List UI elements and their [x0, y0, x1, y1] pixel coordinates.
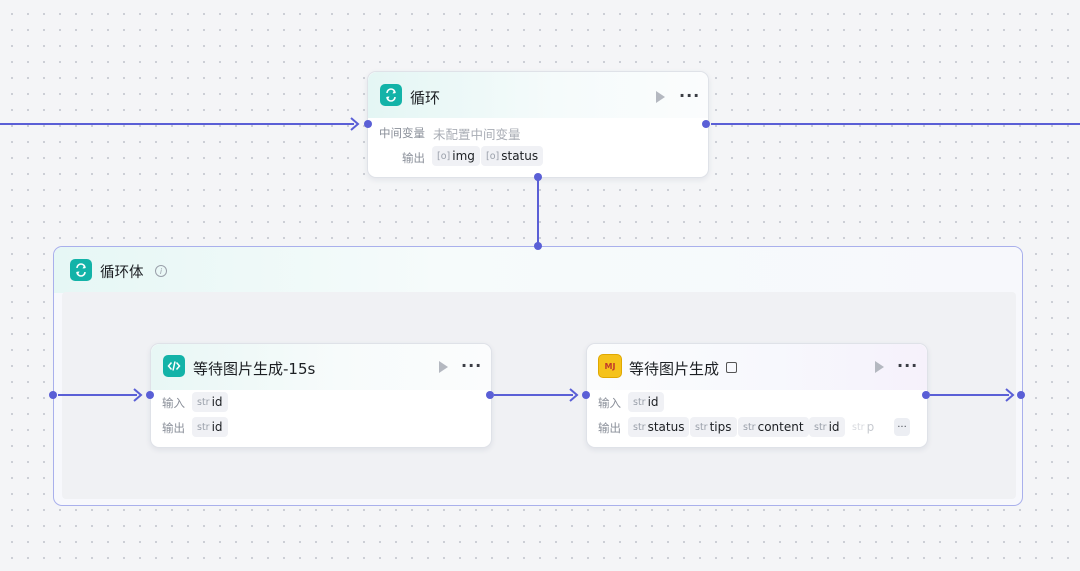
- more-icon[interactable]: ···: [461, 358, 482, 374]
- arrow-head: [350, 117, 360, 131]
- output-tag-img: [o] img: [432, 146, 480, 166]
- output-tag-status: str status: [628, 417, 690, 437]
- plugin-badge-icon: [726, 362, 737, 373]
- play-icon[interactable]: [656, 91, 665, 103]
- intermediate-value: 未配置中间变量: [433, 127, 521, 142]
- plugin-icon: MJ: [598, 354, 622, 378]
- plugin-node[interactable]: MJ 等待图片生成 ··· 输入 str id 输出 str status str t…: [586, 343, 928, 448]
- input-label: 输入: [162, 396, 185, 410]
- input-tag-id: str id: [192, 392, 228, 412]
- loop-icon: [380, 84, 402, 106]
- more-icon[interactable]: ···: [679, 88, 700, 104]
- loop-body-header: [54, 247, 1022, 293]
- input-tag-id: str id: [628, 392, 664, 412]
- code-node-title: 等待图片生成-15s: [193, 360, 316, 378]
- play-icon[interactable]: [875, 361, 884, 373]
- play-icon[interactable]: [439, 361, 448, 373]
- code-icon: [163, 355, 185, 377]
- code-node[interactable]: 等待图片生成-15s ··· 输入 str id 输出 str id: [150, 343, 492, 448]
- more-icon[interactable]: ···: [897, 358, 918, 374]
- output-tag-status: [o] status: [481, 146, 544, 166]
- loop-icon: [70, 259, 92, 281]
- output-label: 输出: [402, 151, 425, 165]
- more-outputs-button[interactable]: ···: [894, 418, 910, 436]
- loop-node[interactable]: 循环 ··· 中间变量 未配置中间变量 输出 [o] img [o] status: [367, 71, 709, 178]
- intermediate-label: 中间变量: [379, 126, 425, 140]
- output-tag-id: str id: [192, 417, 228, 437]
- input-label: 输入: [598, 396, 621, 410]
- output-tag-tips: str tips: [690, 417, 737, 437]
- output-tag-content: str content: [738, 417, 809, 437]
- output-tag-id: str id: [809, 417, 845, 437]
- output-label: 输出: [598, 421, 621, 435]
- output-label: 输出: [162, 421, 185, 435]
- loop-node-title: 循环: [410, 89, 441, 107]
- output-tag-truncated: str p: [852, 420, 875, 434]
- loop-body-title: 循环体: [100, 265, 144, 281]
- info-icon[interactable]: i: [155, 265, 167, 277]
- plugin-node-title: 等待图片生成: [629, 360, 720, 378]
